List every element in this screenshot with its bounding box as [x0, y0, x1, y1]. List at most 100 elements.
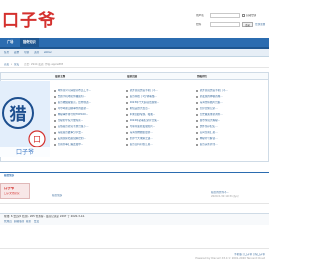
thread-title[interactable]: 深夜猎奇故事分享会...: [58, 131, 84, 134]
breadcrumb-extra: 点击: 2944 发表: 作者-apple888: [24, 63, 64, 66]
thread-title[interactable]: 猎奇科技 | 1分钟看懂...: [130, 95, 157, 98]
thread-title[interactable]: 奇异天象记录...: [200, 107, 218, 110]
thread-item[interactable]: 奇闻异事汇编连载中...: [54, 142, 122, 148]
thread-title[interactable]: 民俗猎奇研究手册合集下...: [58, 125, 89, 128]
bullet-icon: [54, 96, 56, 98]
bullet-icon: [196, 132, 198, 134]
bullet-icon: [54, 126, 56, 128]
thread-title[interactable]: 斯罗莫说仿造手机门不...: [200, 89, 228, 92]
page-footer: 手机版 | 口子爷 | 陈口子爷 Powered by Discuz! X3.4…: [0, 248, 269, 265]
legend-mod[interactable]: 版主: [26, 220, 31, 223]
board-name-link[interactable]: 猎奇知识: [52, 194, 62, 197]
login-button[interactable]: 登录: [242, 22, 253, 27]
bullet-icon: [196, 120, 198, 122]
breadcrumb: 首页 › 论坛 点击: 2944 发表: 作者-apple888: [0, 62, 269, 68]
portal-tabs: 最新主题 最新回复 热帖排行: [0, 72, 269, 80]
nav-item-square[interactable]: 广场: [4, 38, 16, 47]
forum-section-title[interactable]: 猎奇知识: [4, 174, 14, 177]
thread-title[interactable]: 猎奇头条周刊...: [200, 143, 218, 146]
bullet-icon: [196, 90, 198, 92]
thread-title[interactable]: 月球背面新发现照片...: [130, 125, 156, 128]
thread-title[interactable]: 猎奇百科问答汇总...: [130, 143, 153, 146]
svg-text:口子爷: 口子爷: [16, 148, 34, 156]
bullet-icon: [54, 144, 56, 146]
thread-title[interactable]: 网传某公司清楚宣布员工手...: [58, 89, 92, 92]
remember-checkbox[interactable]: [242, 14, 245, 17]
bullet-icon: [196, 114, 198, 116]
bullet-icon: [126, 96, 128, 98]
thread-item[interactable]: 猎奇头条周刊...: [196, 142, 264, 148]
thread-title[interactable]: 阿尔卑斯山脉事件的最新...: [58, 107, 89, 110]
username-input[interactable]: [210, 13, 240, 18]
tab-latest-replies[interactable]: 最新回复: [127, 75, 137, 78]
breadcrumb-home[interactable]: 首页: [4, 63, 9, 66]
thread-title[interactable]: 年末回顾专题，和我...: [130, 113, 156, 116]
forum-section-header: 猎奇知识: [0, 172, 269, 178]
main-nav: 广场 猎奇知识: [0, 38, 269, 49]
bullet-icon: [54, 114, 56, 116]
legend-member[interactable]: 会员: [34, 220, 39, 223]
nav-item-knowledge[interactable]: 猎奇知识: [20, 38, 39, 47]
bullet-icon: [126, 102, 128, 104]
featured-image[interactable]: 猎 口 口子爷: [0, 81, 50, 157]
login-panel: 用户名 自动登录 密码 登录 立即注册: [196, 12, 268, 30]
footer-powered: Powered by Discuz! X3.4 © 2001-2020 Tenc…: [195, 257, 265, 260]
subnav-item-medal[interactable]: 勋章: [14, 51, 19, 54]
footer-links[interactable]: 手机版 | 口子爷 | 陈口子爷: [234, 253, 265, 256]
register-link[interactable]: 立即注册: [255, 23, 265, 26]
thread-title[interactable]: 神秘符号解读...: [200, 137, 218, 140]
thread-title[interactable]: 深海生物图鉴更新...: [130, 131, 153, 134]
thread-title[interactable]: 神秘事件排行榜TOP100...: [58, 113, 89, 116]
thread-title[interactable]: 未知美食大盘点...: [130, 107, 151, 110]
thread-title[interactable]: 民间奇闻汇总...: [200, 131, 218, 134]
thread-title[interactable]: 新发现的神秘古城...: [200, 95, 223, 98]
bullet-icon: [126, 132, 128, 134]
board-lastpost-link[interactable]: 猎奇的世界不...: [211, 191, 229, 194]
bullet-icon: [196, 126, 198, 128]
username-label: 用户名: [196, 13, 204, 17]
bullet-icon: [196, 138, 198, 140]
thread-item[interactable]: 猎奇百科问答汇总...: [126, 142, 194, 148]
board-icon-sub: 口子文化研究: [4, 192, 20, 195]
password-row: 密码 登录 立即注册: [196, 21, 268, 28]
breadcrumb-sep: ›: [11, 63, 13, 66]
thread-title[interactable]: 野外生存纪实...: [200, 125, 218, 128]
thread-title[interactable]: 深海怪鱼图片合集...: [200, 101, 223, 104]
bullet-icon: [54, 138, 56, 140]
bullet-icon: [126, 114, 128, 116]
thread-title[interactable]: 2023年十大超自然现象...: [130, 101, 160, 104]
thread-title[interactable]: 斯罗莫说仿造手机门不...: [130, 89, 158, 92]
thread-title[interactable]: 隐秘的学院开放专区...: [58, 119, 84, 122]
bullet-icon: [54, 120, 56, 122]
board-lastpost-meta: 2020-5-30 19:31 陈以: [211, 195, 239, 198]
subnav-item-guide[interactable]: 导航: [24, 51, 29, 54]
board-icon[interactable]: 口子爷 口子文化研究: [0, 183, 30, 199]
bullet-icon: [126, 138, 128, 140]
bullet-icon: [126, 90, 128, 92]
remember-label: 自动登录: [246, 13, 257, 17]
legend-admin[interactable]: 管理员: [4, 220, 12, 223]
thread-title[interactable]: 都市传说大揭秘...: [200, 119, 221, 122]
password-input[interactable]: [210, 22, 240, 27]
site-logo[interactable]: 口子爷: [0, 6, 60, 30]
bullet-icon: [196, 108, 198, 110]
hot-threads-list: 斯罗莫说仿造手机门不... 新发现的神秘古城... 深海怪鱼图片合集... 奇异天象记…: [196, 88, 264, 148]
subnav-item-props[interactable]: 道具: [34, 51, 39, 54]
subnav-item-etmsc[interactable]: etmsc: [44, 51, 52, 54]
bullet-icon: [126, 108, 128, 110]
bullet-icon: [54, 102, 56, 104]
thread-title[interactable]: 2024年必看纪录片合集...: [130, 119, 160, 122]
bullet-icon: [54, 90, 56, 92]
username-row: 用户名 自动登录: [196, 12, 268, 19]
tab-hot-threads[interactable]: 热帖排行: [197, 75, 207, 78]
thread-title[interactable]: 奇闻异事汇编连载中...: [58, 143, 84, 146]
thread-title[interactable]: 历史悬案重新调查...: [200, 113, 223, 116]
thread-title[interactable]: 世界十大未解之谜...: [130, 137, 153, 140]
thread-title[interactable]: 美国国家档案馆解密的...: [58, 137, 86, 140]
thread-title[interactable]: 台剧手机地址传播如何...: [58, 95, 86, 98]
breadcrumb-section[interactable]: 论坛: [14, 63, 19, 66]
legend-supermod[interactable]: 超级版主: [14, 220, 24, 223]
tab-latest-threads[interactable]: 最新主题: [55, 75, 65, 78]
subnav-item-task[interactable]: 任务: [4, 51, 9, 54]
thread-title[interactable]: 猎奇收藏版留言，给你到达...: [58, 101, 92, 104]
